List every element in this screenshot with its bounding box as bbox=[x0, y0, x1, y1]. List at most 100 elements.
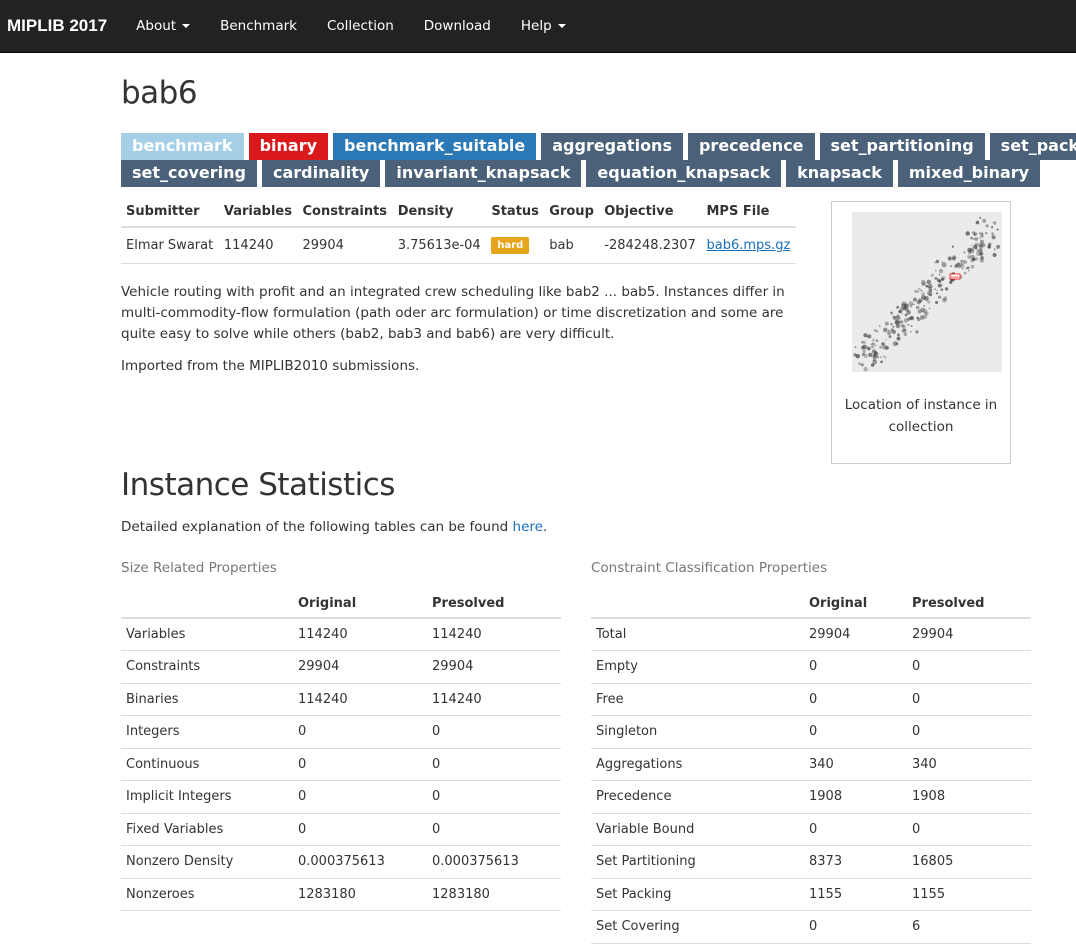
nav-download[interactable]: Download bbox=[424, 18, 491, 34]
scatter-point bbox=[863, 340, 867, 344]
page-title: bab6 bbox=[121, 75, 198, 111]
scatter-point bbox=[903, 307, 907, 310]
caret-down-icon bbox=[182, 24, 191, 28]
property-name: Set Covering bbox=[591, 910, 804, 944]
scatter-point bbox=[935, 259, 940, 264]
scatter-point bbox=[974, 242, 979, 247]
scatter-point bbox=[862, 344, 868, 350]
scatter-point bbox=[951, 245, 954, 248]
scatter-point bbox=[895, 342, 899, 346]
scatter-point bbox=[865, 353, 868, 356]
scatter-point bbox=[965, 267, 968, 270]
table-row: Nonzero Density 0.000375613 0.000375613 bbox=[121, 845, 561, 879]
property-name: Implicit Integers bbox=[121, 780, 293, 814]
scatter-point bbox=[934, 288, 936, 291]
scatter-point bbox=[978, 237, 981, 240]
scatter-point bbox=[971, 244, 973, 247]
scatter-point bbox=[928, 307, 931, 310]
instance-highlight-label: bab6 bbox=[951, 275, 959, 279]
tag-benchmark-suitable[interactable]: benchmark_suitable bbox=[333, 133, 537, 160]
scatter-point bbox=[862, 349, 866, 353]
property-name: Aggregations bbox=[591, 748, 804, 781]
property-name: Empty bbox=[591, 650, 804, 684]
scatter-point bbox=[921, 292, 925, 296]
scatter-point bbox=[909, 330, 912, 333]
col-presolved: Presolved bbox=[427, 585, 561, 619]
col-objective: Objective bbox=[599, 197, 702, 228]
mps-download-link[interactable]: bab6.mps.gz bbox=[707, 238, 791, 253]
table-row: Implicit Integers 0 0 bbox=[121, 780, 561, 814]
scatter-point bbox=[967, 255, 972, 259]
import-note: Imported from the MIPLIB2010 submissions… bbox=[121, 358, 420, 374]
size-table-label: Size Related Properties bbox=[121, 560, 277, 576]
table-row: Fixed Variables 0 0 bbox=[121, 813, 561, 846]
nav-benchmark[interactable]: Benchmark bbox=[220, 18, 297, 34]
nav-help[interactable]: Help bbox=[521, 18, 566, 34]
table-row: Variable Bound 0 0 bbox=[591, 813, 1031, 846]
property-name: Continuous bbox=[121, 748, 293, 781]
tag-cardinality[interactable]: cardinality bbox=[262, 160, 381, 187]
original-value: 29904 bbox=[293, 650, 427, 684]
scatter-point bbox=[881, 342, 885, 346]
tag-binary[interactable]: binary bbox=[248, 133, 329, 160]
scatter-point bbox=[911, 303, 914, 306]
tag-set-packing[interactable]: set_packing bbox=[989, 133, 1076, 160]
scatter-point bbox=[878, 325, 881, 328]
scatter-point bbox=[992, 221, 997, 225]
nav-about[interactable]: About bbox=[136, 18, 191, 34]
scatter-point bbox=[936, 292, 939, 295]
description-text: Vehicle routing with profit and an integ… bbox=[121, 284, 785, 342]
navbar: MIPLIB 2017 About Benchmark Collection D… bbox=[0, 0, 1076, 53]
scatter-point bbox=[864, 354, 868, 359]
brand-logo[interactable]: MIPLIB 2017 bbox=[0, 16, 107, 36]
tag-invariant-knapsack[interactable]: invariant_knapsack bbox=[385, 160, 582, 187]
scatter-point bbox=[872, 358, 876, 362]
presolved-value: 16805 bbox=[907, 845, 1031, 879]
scatter-point bbox=[979, 258, 984, 263]
tag-benchmark[interactable]: benchmark bbox=[121, 133, 244, 160]
tag-set-covering[interactable]: set_covering bbox=[121, 160, 257, 187]
nav-collection[interactable]: Collection bbox=[327, 18, 394, 34]
submitter-value: Elmar Swarat bbox=[121, 227, 219, 264]
original-value: 114240 bbox=[293, 618, 427, 651]
scatter-point bbox=[897, 320, 900, 324]
scatter-point bbox=[961, 267, 964, 270]
presolved-value: 0 bbox=[427, 780, 561, 814]
original-value: 1283180 bbox=[293, 878, 427, 911]
explanation-link[interactable]: here bbox=[513, 519, 543, 535]
scatter-point bbox=[941, 261, 944, 264]
table-row: Empty 0 0 bbox=[591, 650, 1031, 684]
scatter-point bbox=[947, 256, 952, 261]
scatter-point bbox=[890, 312, 893, 315]
scatter-point bbox=[901, 307, 904, 310]
tag-precedence[interactable]: precedence bbox=[687, 133, 815, 160]
scatter-point bbox=[892, 325, 895, 328]
tag-equation-knapsack[interactable]: equation_knapsack bbox=[586, 160, 782, 187]
scatter-point bbox=[956, 263, 960, 267]
tag-aggregations[interactable]: aggregations bbox=[541, 133, 683, 160]
nav-about-label: About bbox=[136, 18, 177, 34]
scatter-point bbox=[920, 279, 926, 285]
scatter-point bbox=[917, 287, 921, 291]
scatter-point bbox=[888, 335, 892, 339]
section-title: Instance Statistics bbox=[121, 467, 395, 503]
scatter-point bbox=[926, 279, 932, 285]
scatter-point bbox=[991, 235, 996, 240]
nav-help-label: Help bbox=[520, 18, 552, 34]
tag-mixed-binary[interactable]: mixed_binary bbox=[897, 160, 1041, 187]
scatter-point bbox=[883, 355, 885, 357]
tag-knapsack[interactable]: knapsack bbox=[786, 160, 893, 187]
presolved-value: 6 bbox=[907, 910, 1031, 944]
collection-scatter-plot[interactable]: bab6 bbox=[832, 202, 1010, 382]
scatter-point bbox=[963, 260, 968, 264]
tag-set-partitioning[interactable]: set_partitioning bbox=[819, 133, 985, 160]
density-value: 3.75613e-04 bbox=[392, 227, 487, 264]
scatter-point bbox=[974, 246, 978, 250]
table-row: Set Partitioning 8373 16805 bbox=[591, 845, 1031, 879]
constraint-table-label: Constraint Classification Properties bbox=[591, 560, 828, 576]
property-name: Constraints bbox=[121, 650, 293, 684]
scatter-point bbox=[902, 324, 906, 329]
scatter-point bbox=[913, 289, 918, 293]
scatter-point bbox=[938, 268, 944, 274]
col-constraints: Constraints bbox=[297, 197, 393, 228]
